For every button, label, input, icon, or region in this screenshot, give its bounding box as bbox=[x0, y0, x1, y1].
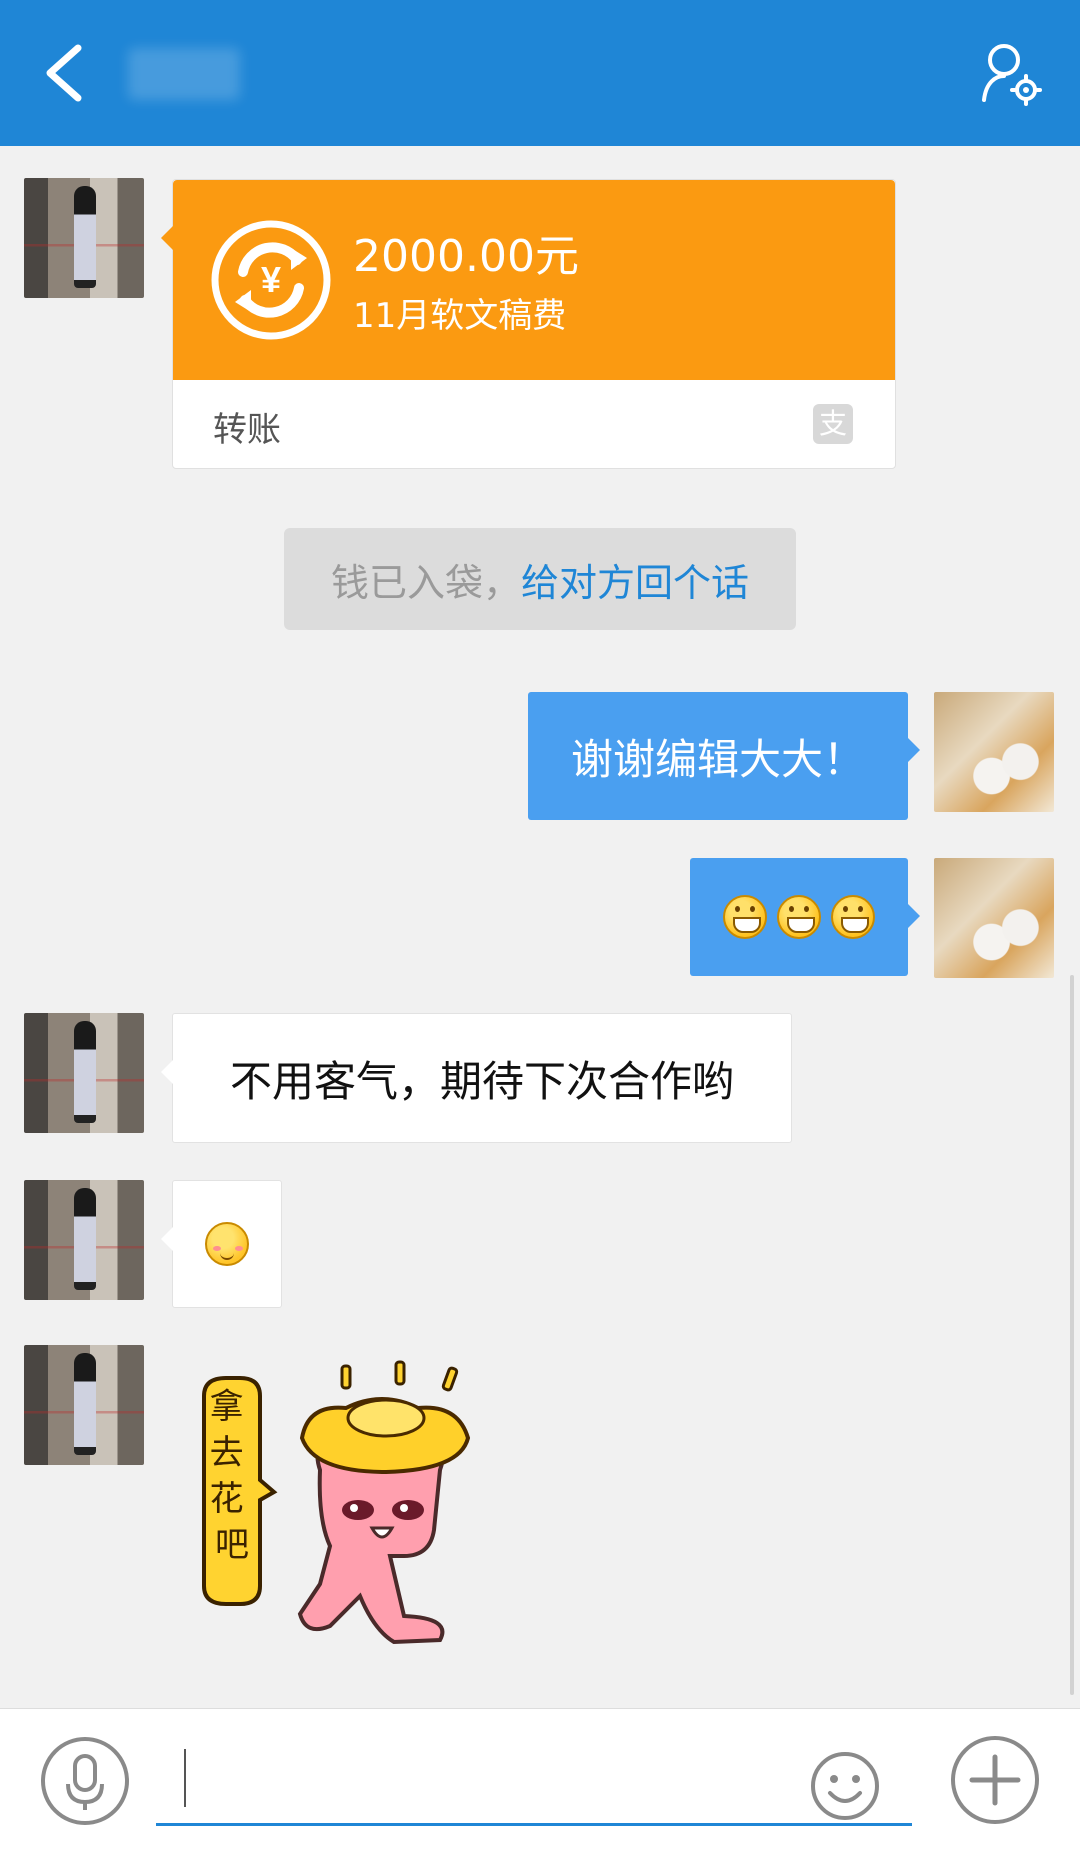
grin-emoji-icon bbox=[777, 895, 821, 939]
blush-emoji-icon bbox=[205, 1222, 249, 1266]
transfer-card[interactable]: ¥ 2000.00元 11月软文稿费 转账 支 bbox=[161, 179, 896, 469]
transfer-note: 11月软文稿费 bbox=[353, 296, 567, 336]
svg-text:¥: ¥ bbox=[261, 259, 281, 300]
chat-header bbox=[0, 0, 1080, 146]
microphone-icon[interactable] bbox=[40, 1736, 130, 1826]
input-bar bbox=[0, 1708, 1080, 1853]
contact-name bbox=[128, 48, 240, 100]
sticker-char: 吧 bbox=[215, 1525, 249, 1565]
transfer-type-label: 转账 bbox=[213, 410, 281, 450]
contact-avatar[interactable] bbox=[24, 1345, 144, 1465]
plus-icon[interactable] bbox=[950, 1735, 1040, 1825]
gold-ingot-sticker[interactable]: 拿 去 花 吧 bbox=[190, 1360, 500, 1670]
message-text: 谢谢编辑大大！ bbox=[570, 734, 865, 784]
sticker-char: 去 bbox=[210, 1433, 244, 1473]
grin-emoji-icon bbox=[723, 895, 767, 939]
alipay-icon: 支 bbox=[813, 404, 853, 444]
text-caret bbox=[184, 1749, 186, 1807]
emoji-row bbox=[690, 858, 908, 976]
contact-avatar[interactable] bbox=[24, 1013, 144, 1133]
sticker-char: 花 bbox=[210, 1479, 244, 1519]
incoming-emoji-bubble[interactable] bbox=[161, 1180, 282, 1308]
my-avatar[interactable] bbox=[934, 692, 1054, 812]
transfer-card-header: ¥ 2000.00元 11月软文稿费 bbox=[173, 180, 895, 380]
transfer-yuan-icon: ¥ bbox=[211, 220, 331, 340]
message-input[interactable] bbox=[156, 1739, 912, 1826]
system-notice: 钱已入袋， 给对方回个话 bbox=[284, 528, 796, 630]
scrollbar[interactable] bbox=[1070, 975, 1074, 1695]
notice-text: 钱已入袋， bbox=[330, 560, 521, 605]
reply-link[interactable]: 给对方回个话 bbox=[521, 552, 749, 607]
message-text: 不用客气，期待下次合作哟 bbox=[229, 1056, 734, 1106]
contact-avatar[interactable] bbox=[24, 1180, 144, 1300]
user-settings-icon[interactable] bbox=[976, 38, 1044, 110]
smiley-icon[interactable] bbox=[810, 1751, 880, 1821]
outgoing-message-bubble[interactable]: 谢谢编辑大大！ bbox=[528, 692, 920, 820]
grin-emoji-icon bbox=[831, 895, 875, 939]
transfer-amount: 2000.00元 bbox=[353, 231, 579, 282]
outgoing-emoji-bubble[interactable] bbox=[690, 858, 920, 976]
emoji-row bbox=[173, 1181, 281, 1307]
incoming-message-bubble[interactable]: 不用客气，期待下次合作哟 bbox=[161, 1013, 792, 1143]
sticker-char: 拿 bbox=[210, 1387, 244, 1427]
back-button[interactable] bbox=[40, 42, 90, 104]
contact-avatar[interactable] bbox=[24, 178, 144, 298]
my-avatar[interactable] bbox=[934, 858, 1054, 978]
